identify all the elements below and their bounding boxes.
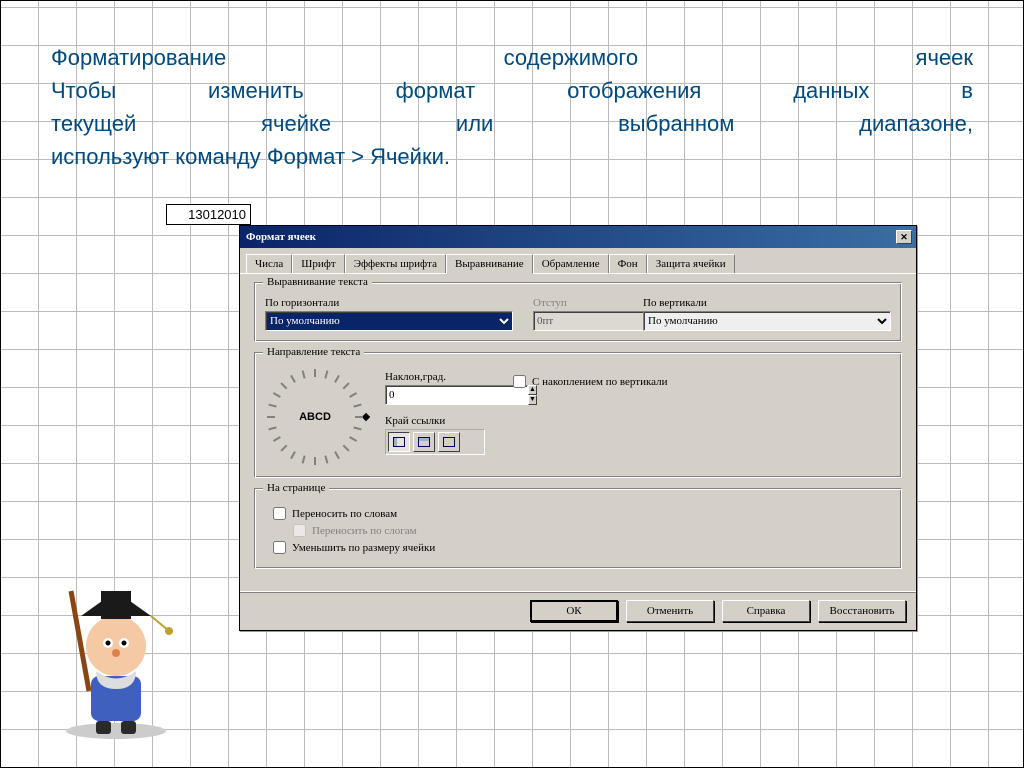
dial-label: ABCD [299,411,331,423]
checkbox-input [293,524,306,537]
checkbox-label: Уменьшить по размеру ячейки [292,542,435,554]
tab-background[interactable]: Фон [609,254,647,273]
group-on-page: На странице Переносить по словам Перенос… [254,488,902,569]
tab-numbers[interactable]: Числа [246,254,292,273]
dialog-titlebar[interactable]: Формат ячеек ✕ [240,226,916,248]
tab-protection[interactable]: Защита ячейки [647,254,735,273]
dial-indicator-icon [362,413,370,421]
dialog-title: Формат ячеек [246,231,316,243]
slide-heading: Форматирование содержимого ячеек Чтобы и… [51,41,973,173]
tab-alignment[interactable]: Выравнивание [446,254,533,274]
vertical-stack-checkbox[interactable]: С накоплением по вертикали [513,375,668,388]
ref-edge-bottom[interactable] [388,432,410,452]
angle-label: Наклон,град. [385,371,485,383]
rotation-dial[interactable]: ABCD [265,367,365,467]
reference-edge-buttons [385,429,485,455]
edge-icon [443,437,455,447]
close-icon: ✕ [900,232,908,242]
group-title: На странице [263,482,329,494]
horizontal-select[interactable]: По умолчанию [265,311,513,331]
tab-font[interactable]: Шрифт [292,254,344,273]
mascot-illustration [41,561,191,741]
checkbox-input[interactable] [513,375,526,388]
reset-button[interactable]: Восстановить [818,600,906,622]
group-title: Выравнивание текста [263,276,372,288]
angle-spinner[interactable]: ▲▼ [385,385,485,405]
checkbox-input[interactable] [273,507,286,520]
heading-line: Форматирование содержимого ячеек [51,41,973,74]
vertical-select[interactable]: По умолчанию [643,311,891,331]
hyphenation-checkbox: Переносить по слогам [293,524,891,537]
checkbox-label: Переносить по словам [292,508,397,520]
close-button[interactable]: ✕ [896,230,912,244]
wrap-words-checkbox[interactable]: Переносить по словам [273,507,891,520]
edge-icon [393,437,405,447]
tab-font-effects[interactable]: Эффекты шрифта [345,254,446,273]
indent-label: Отступ [533,297,623,309]
horizontal-label: По горизонтали [265,297,513,309]
group-text-alignment: Выравнивание текста По горизонтали По ум… [254,282,902,342]
checkbox-input[interactable] [273,541,286,554]
dialog-tabs: Числа Шрифт Эффекты шрифта Выравнивание … [240,248,916,274]
shrink-to-fit-checkbox[interactable]: Уменьшить по размеру ячейки [273,541,891,554]
edge-icon [418,437,430,447]
ok-button[interactable]: ОК [530,600,618,622]
checkbox-label: Переносить по слогам [312,525,417,537]
dialog-button-row: ОК Отменить Справка Восстановить [240,591,916,630]
cancel-button[interactable]: Отменить [626,600,714,622]
help-button[interactable]: Справка [722,600,810,622]
group-title: Направление текста [263,346,364,358]
checkbox-label: С накоплением по вертикали [532,376,668,388]
vertical-label: По вертикали [643,297,891,309]
tab-borders[interactable]: Обрамление [533,254,609,273]
reference-edge-label: Край ссылки [385,415,485,427]
ref-edge-inside[interactable] [438,432,460,452]
spreadsheet-cell-value: 13012010 [166,204,251,225]
heading-line: текущей ячейке или выбранном диапазоне, [51,107,973,140]
group-text-direction: Направление текста ABCD Наклон,град. ▲▼ [254,352,902,478]
indent-spinner[interactable]: ▲▼ [533,311,605,331]
format-cells-dialog: Формат ячеек ✕ Числа Шрифт Эффекты шрифт… [239,225,917,631]
heading-line: используют команду Формат > Ячейки. [51,140,973,173]
spin-down-icon[interactable]: ▼ [528,395,537,405]
heading-line: Чтобы изменить формат отображения данных… [51,74,973,107]
ref-edge-top[interactable] [413,432,435,452]
